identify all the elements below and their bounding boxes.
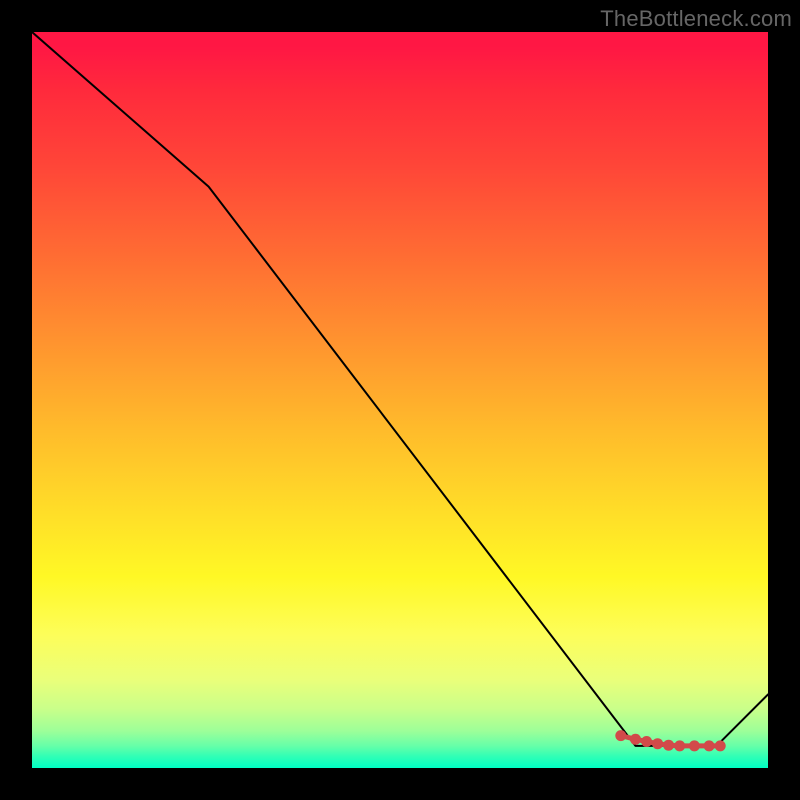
highlight-dot xyxy=(715,740,726,751)
highlight-dot xyxy=(704,740,715,751)
marker-group xyxy=(615,730,725,751)
chart-canvas: TheBottleneck.com xyxy=(0,0,800,800)
highlight-dot xyxy=(630,734,641,745)
plot-area xyxy=(32,32,768,768)
highlight-dot xyxy=(689,740,700,751)
highlight-dot xyxy=(652,738,663,749)
highlight-dot xyxy=(615,730,626,741)
highlight-dot xyxy=(641,736,652,747)
watermark-text: TheBottleneck.com xyxy=(600,6,792,32)
curve-path xyxy=(32,32,768,746)
highlight-dot xyxy=(674,740,685,751)
chart-svg xyxy=(32,32,768,768)
highlight-dot xyxy=(663,740,674,751)
